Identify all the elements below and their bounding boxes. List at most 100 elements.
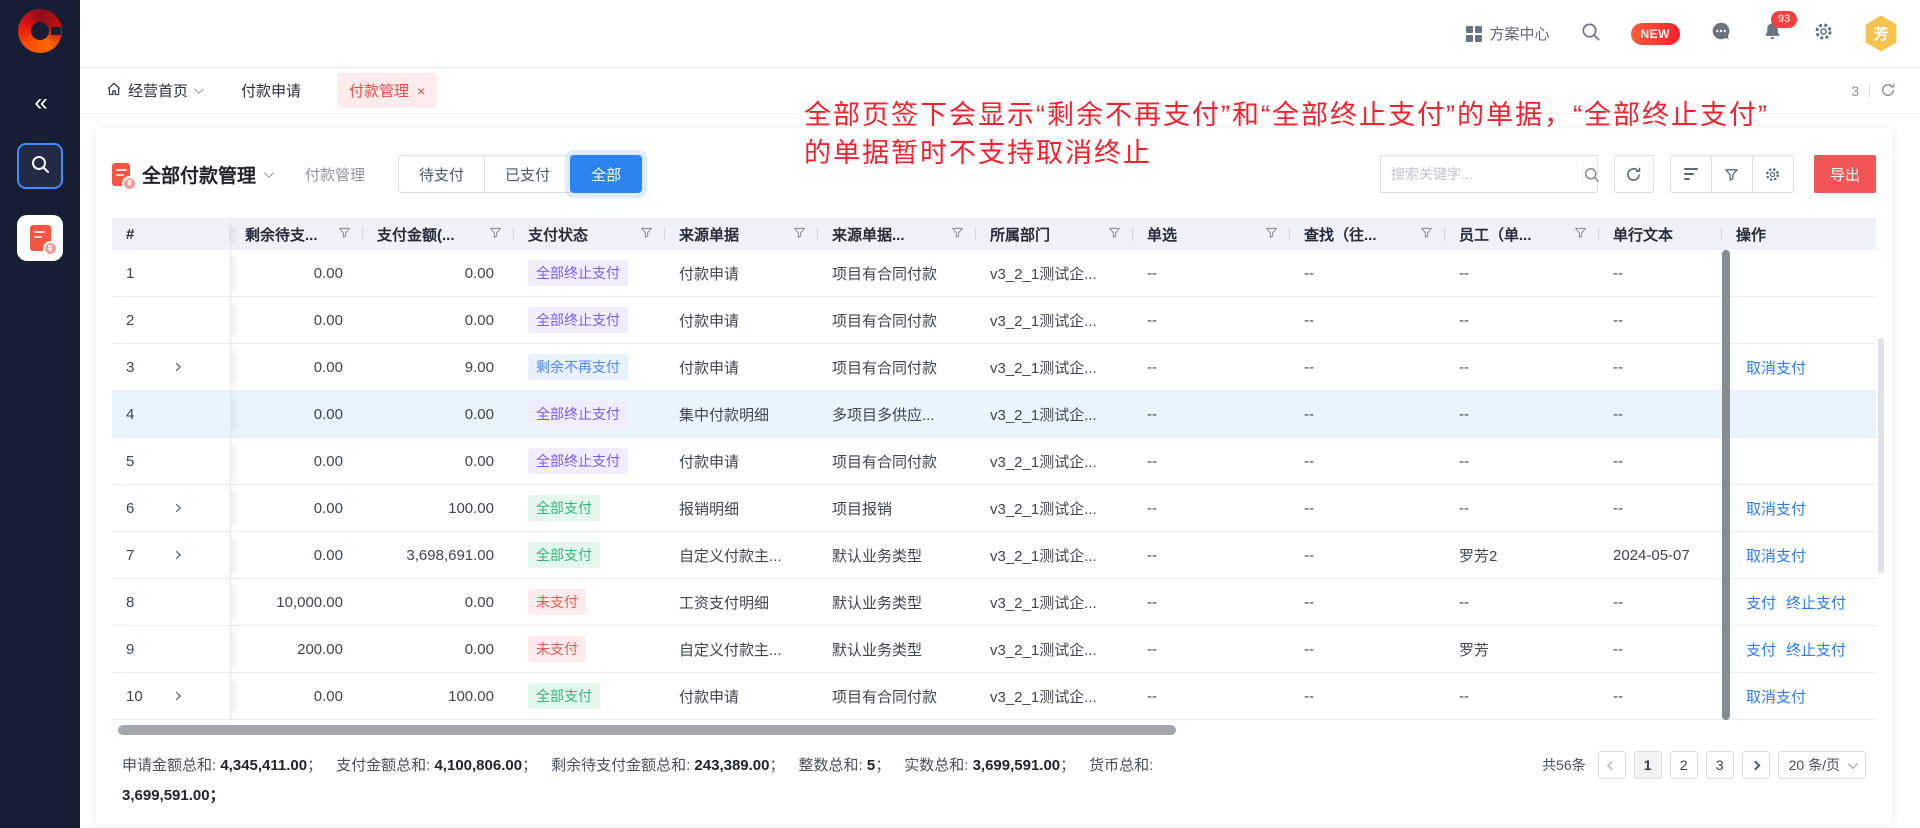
cell-amount: 3,698,691.00 xyxy=(363,532,514,579)
row-action-link[interactable]: 取消支付 xyxy=(1746,545,1806,566)
row-action-link[interactable]: 支付 xyxy=(1746,592,1776,613)
table-horizontal-scrollbar[interactable] xyxy=(118,725,1176,735)
segment-all[interactable]: 全部 xyxy=(570,155,642,193)
row-index-cell: 4 xyxy=(112,391,231,438)
page-button-1[interactable]: 1 xyxy=(1634,751,1662,779)
cell-lookup: -- xyxy=(1290,485,1445,532)
table-row[interactable]: 9200.000.00未支付自定义付款主...默认业务类型v3_2_1测试企..… xyxy=(112,626,1876,673)
table-vertical-scrollbar[interactable] xyxy=(1722,250,1730,720)
column-header[interactable]: 支付状态 xyxy=(514,218,665,250)
table-row[interactable]: 60.00100.00全部支付报销明细项目报销v3_2_1测试企...-----… xyxy=(112,485,1876,532)
summary-separator: ； xyxy=(522,757,537,774)
table-row[interactable]: 40.000.00全部终止支付集中付款明细多项目多供应...v3_2_1测试企.… xyxy=(112,391,1876,438)
filter-icon[interactable] xyxy=(951,226,964,243)
export-button[interactable]: 导出 xyxy=(1814,155,1876,193)
segment-paid[interactable]: 已支付 xyxy=(484,155,571,193)
expand-row-icon[interactable] xyxy=(172,549,184,561)
segment-pending[interactable]: 待支付 xyxy=(398,155,485,193)
filter-icon[interactable] xyxy=(489,226,502,243)
page-button-2[interactable]: 2 xyxy=(1670,751,1698,779)
row-action-link[interactable]: 终止支付 xyxy=(1786,639,1846,660)
cell-dept: v3_2_1测试企... xyxy=(976,579,1133,626)
table-header-row: #剩余待支...支付金额(...支付状态来源单据来源单据...所属部门单选查找（… xyxy=(112,218,1876,250)
notifications-button[interactable]: 93 xyxy=(1762,21,1783,47)
column-header[interactable]: 员工（单... xyxy=(1445,218,1599,250)
cell-remaining: 0.00 xyxy=(231,391,363,438)
tab-payment-request[interactable]: 付款申请 xyxy=(241,80,301,101)
tab-payment-management[interactable]: 付款管理 × xyxy=(337,73,437,108)
column-header[interactable]: 查找（往... xyxy=(1290,218,1445,250)
expand-row-icon[interactable] xyxy=(172,361,184,373)
messages-icon[interactable] xyxy=(1710,20,1732,47)
filter-icon[interactable] xyxy=(640,226,653,243)
expand-row-icon[interactable] xyxy=(172,502,184,514)
breadcrumb-home[interactable]: 经营首页 xyxy=(106,80,201,101)
column-header[interactable]: 支付金额(... xyxy=(363,218,514,250)
cell-text: -- xyxy=(1599,673,1722,720)
table-row[interactable]: 20.000.00全部终止支付付款申请项目有合同付款v3_2_1测试企...--… xyxy=(112,297,1876,344)
filter-button[interactable] xyxy=(1711,155,1753,193)
table-row[interactable]: 100.00100.00全部支付付款申请项目有合同付款v3_2_1测试企...-… xyxy=(112,673,1876,720)
row-action-link[interactable]: 终止支付 xyxy=(1786,592,1846,613)
search-icon[interactable] xyxy=(1582,162,1600,186)
filter-icon[interactable] xyxy=(793,226,806,243)
row-action-link[interactable]: 取消支付 xyxy=(1746,498,1806,519)
next-page-button[interactable] xyxy=(1742,751,1770,779)
row-action-link[interactable]: 取消支付 xyxy=(1746,686,1806,707)
refresh-tabs-icon[interactable] xyxy=(1880,82,1896,101)
avatar[interactable]: 芳 xyxy=(1864,16,1898,52)
row-action-link[interactable]: 取消支付 xyxy=(1746,357,1806,378)
cell-lookup: -- xyxy=(1290,626,1445,673)
filter-icon[interactable] xyxy=(1420,226,1433,243)
cell-amount: 0.00 xyxy=(363,297,514,344)
cell-source_type: 项目有合同付款 xyxy=(818,297,976,344)
filter-icon[interactable] xyxy=(1574,226,1587,243)
column-header[interactable]: 来源单据 xyxy=(665,218,818,250)
column-label: 来源单据 xyxy=(679,224,739,245)
cell-source: 付款申请 xyxy=(665,344,818,391)
cell-status: 全部支付 xyxy=(514,485,665,532)
filter-icon[interactable] xyxy=(1108,226,1121,243)
sort-button[interactable] xyxy=(1670,155,1712,193)
solution-center-button[interactable]: 方案中心 xyxy=(1466,23,1549,44)
page-vertical-scrollbar[interactable] xyxy=(1878,338,1884,573)
cell-employee: -- xyxy=(1445,250,1599,297)
column-label: 剩余待支... xyxy=(245,224,318,245)
page-button-3[interactable]: 3 xyxy=(1706,751,1734,779)
column-header: 单行文本 xyxy=(1599,218,1722,250)
column-header[interactable]: 剩余待支... xyxy=(231,218,363,250)
table-row[interactable]: 810,000.000.00未支付工资支付明细默认业务类型v3_2_1测试企..… xyxy=(112,579,1876,626)
column-settings-button[interactable] xyxy=(1752,155,1794,193)
table-row[interactable]: 10.000.00全部终止支付付款申请项目有合同付款v3_2_1测试企...--… xyxy=(112,250,1876,297)
sidebar-item-search[interactable] xyxy=(17,143,63,189)
summary-label: 货币总和: xyxy=(1089,757,1153,774)
search-input[interactable] xyxy=(1381,166,1582,182)
cell-text: -- xyxy=(1599,626,1722,673)
column-header[interactable]: 所属部门 xyxy=(976,218,1133,250)
page-size-select[interactable]: 20 条/页 xyxy=(1778,751,1866,779)
close-tab-icon[interactable]: × xyxy=(417,86,425,96)
row-index: 5 xyxy=(126,453,172,470)
table-row[interactable]: 30.009.00剩余不再支付付款申请项目有合同付款v3_2_1测试企...--… xyxy=(112,344,1876,391)
table-row[interactable]: 50.000.00全部终止支付付款申请项目有合同付款v3_2_1测试企...--… xyxy=(112,438,1876,485)
filter-icon[interactable] xyxy=(1265,226,1278,243)
cell-source: 付款申请 xyxy=(665,297,818,344)
keyword-search-box xyxy=(1380,155,1598,193)
table-row[interactable]: 70.003,698,691.00全部支付自定义付款主...默认业务类型v3_2… xyxy=(112,532,1876,579)
new-badge[interactable]: NEW xyxy=(1631,23,1681,45)
row-action-link[interactable]: 支付 xyxy=(1746,639,1776,660)
cell-dept: v3_2_1测试企... xyxy=(976,626,1133,673)
expand-row-icon[interactable] xyxy=(172,690,184,702)
sidebar-item-payment-module[interactable]: ¥ xyxy=(17,215,63,261)
collapse-sidebar-icon[interactable]: « xyxy=(34,91,45,115)
cell-source: 工资支付明细 xyxy=(665,579,818,626)
refresh-button[interactable] xyxy=(1614,155,1654,193)
column-header[interactable]: 单选 xyxy=(1133,218,1290,250)
cell-radio: -- xyxy=(1133,673,1290,720)
column-header[interactable]: 来源单据... xyxy=(818,218,976,250)
global-search-icon[interactable] xyxy=(1580,21,1601,47)
settings-gear-icon[interactable] xyxy=(1813,21,1834,47)
view-selector[interactable]: 全部付款管理 xyxy=(142,161,271,188)
prev-page-button[interactable] xyxy=(1598,751,1626,779)
filter-icon[interactable] xyxy=(338,226,351,243)
